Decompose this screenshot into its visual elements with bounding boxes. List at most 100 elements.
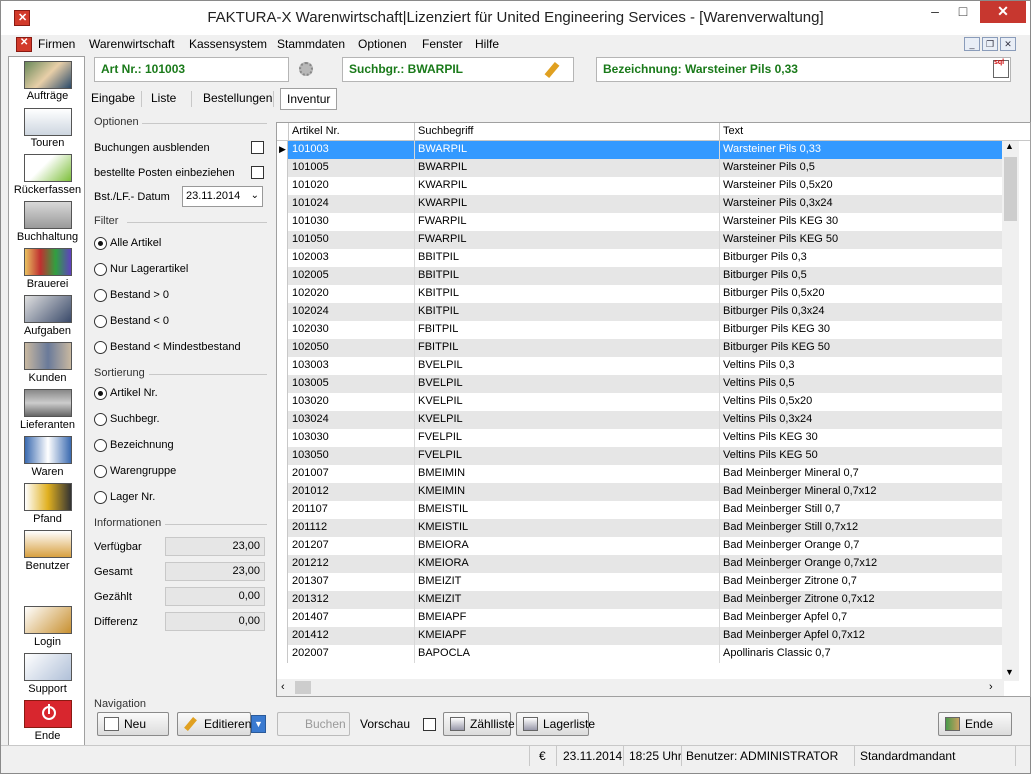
table-row[interactable]: 103005 BVELPIL Veltins Pils 0,5 — [277, 375, 1002, 393]
table-row[interactable]: 202007 BAPOCLA Apollinaris Classic 0,7 — [277, 645, 1002, 663]
table-row[interactable]: ▶ 101003 BWARPIL Warsteiner Pils 0,33 — [277, 141, 1002, 159]
sidebar-item-rueckerfassen[interactable]: Rückerfassen — [9, 184, 86, 196]
table-row[interactable]: 101005 BWARPIL Warsteiner Pils 0,5 — [277, 159, 1002, 177]
preview-checkbox[interactable] — [423, 718, 436, 731]
table-row[interactable]: 102003 BBITPIL Bitburger Pils 0,3 — [277, 249, 1002, 267]
tasks-icon[interactable] — [24, 295, 72, 323]
exit-button[interactable]: Ende — [938, 712, 1012, 736]
table-row[interactable]: 102020 KBITPIL Bitburger Pils 0,5x20 — [277, 285, 1002, 303]
table-row[interactable]: 102024 KBITPIL Bitburger Pils 0,3x24 — [277, 303, 1002, 321]
sidebar-item-benutzer[interactable]: Benutzer — [9, 560, 86, 572]
handshake-icon[interactable] — [24, 653, 72, 681]
row-indicator[interactable] — [277, 645, 288, 663]
sidebar-item-ende[interactable]: Ende — [9, 730, 86, 742]
edit-button[interactable]: Editieren — [177, 712, 251, 736]
table-row[interactable]: 103050 FVELPIL Veltins Pils KEG 50 — [277, 447, 1002, 465]
sidebar-item-support[interactable]: Support — [9, 683, 86, 695]
filter-radio-mindest[interactable] — [94, 341, 107, 354]
sort-radio-bezeichnung[interactable] — [94, 439, 107, 452]
row-indicator[interactable] — [277, 573, 288, 591]
table-row[interactable]: 101020 KWARPIL Warsteiner Pils 0,5x20 — [277, 177, 1002, 195]
mdi-app-icon[interactable] — [16, 37, 32, 52]
sort-radio-suchbegr[interactable] — [94, 413, 107, 426]
sql-search-icon[interactable]: sql — [993, 59, 1009, 78]
gear-icon[interactable] — [299, 62, 313, 76]
edit-dropdown-icon[interactable]: ▼ — [251, 715, 266, 733]
row-indicator[interactable] — [277, 519, 288, 537]
tab-inventur[interactable]: Inventur — [280, 88, 338, 110]
checklist-icon[interactable] — [24, 154, 72, 182]
menu-stammdaten[interactable]: Stammdaten — [277, 37, 345, 51]
table-row[interactable]: 201407 BMEIAPF Bad Meinberger Apfel 0,7 — [277, 609, 1002, 627]
sidebar-item-touren[interactable]: Touren — [9, 137, 86, 149]
new-button[interactable]: Neu — [97, 712, 169, 736]
row-indicator[interactable] — [277, 177, 288, 195]
filter-radio-alle[interactable] — [94, 237, 107, 250]
headset-agent-icon[interactable] — [24, 61, 72, 89]
table-row[interactable]: 103020 KVELPIL Veltins Pils 0,5x20 — [277, 393, 1002, 411]
user-icon[interactable] — [24, 530, 72, 558]
sidebar-item-buchhaltung[interactable]: Buchhaltung — [9, 231, 86, 243]
stock-list-button[interactable]: Lagerliste — [516, 712, 595, 736]
crate-icon[interactable] — [24, 483, 72, 511]
minimize-button[interactable]: – — [921, 1, 949, 23]
sidebar-item-brauerei[interactable]: Brauerei — [9, 278, 86, 290]
sidebar-item-kunden[interactable]: Kunden — [9, 372, 86, 384]
row-indicator[interactable] — [277, 339, 288, 357]
row-indicator[interactable] — [277, 411, 288, 429]
row-indicator[interactable] — [277, 321, 288, 339]
mdi-close-button[interactable]: ✕ — [1000, 37, 1016, 51]
table-row[interactable]: 103030 FVELPIL Veltins Pils KEG 30 — [277, 429, 1002, 447]
maximize-button[interactable]: □ — [949, 1, 977, 23]
chevron-down-icon[interactable]: ⌄ — [251, 190, 259, 201]
tab-bestellungen[interactable]: Bestellungen — [197, 88, 278, 110]
table-row[interactable]: 102005 BBITPIL Bitburger Pils 0,5 — [277, 267, 1002, 285]
tab-eingabe[interactable]: Eingabe — [85, 88, 141, 110]
hscroll-thumb[interactable] — [295, 681, 311, 694]
menu-kassensystem[interactable]: Kassensystem — [189, 37, 267, 51]
sort-radio-warengruppe[interactable] — [94, 465, 107, 478]
row-indicator[interactable] — [277, 159, 288, 177]
date-picker[interactable]: 23.11.2014 ⌄ — [182, 186, 263, 207]
row-indicator[interactable] — [277, 555, 288, 573]
row-indicator[interactable] — [277, 483, 288, 501]
row-indicator[interactable] — [277, 393, 288, 411]
table-row[interactable]: 103003 BVELPIL Veltins Pils 0,3 — [277, 357, 1002, 375]
menu-hilfe[interactable]: Hilfe — [475, 37, 499, 51]
table-row[interactable]: 201112 KMEISTIL Bad Meinberger Still 0,7x1… — [277, 519, 1002, 537]
scroll-thumb[interactable] — [1004, 157, 1017, 221]
sidebar-item-pfand[interactable]: Pfand — [9, 513, 86, 525]
table-row[interactable]: 201107 BMEISTIL Bad Meinberger Still 0,7 — [277, 501, 1002, 519]
tab-liste[interactable]: Liste — [145, 88, 182, 110]
filter-radio-lager[interactable] — [94, 263, 107, 276]
row-indicator[interactable] — [277, 447, 288, 465]
row-indicator[interactable] — [277, 357, 288, 375]
row-indicator[interactable] — [277, 465, 288, 483]
column-suchbegriff[interactable]: Suchbegriff — [418, 125, 473, 137]
close-button[interactable]: ✕ — [980, 1, 1026, 23]
mdi-minimize-button[interactable]: _ — [964, 37, 980, 51]
table-row[interactable]: 102050 FBITPIL Bitburger Pils KEG 50 — [277, 339, 1002, 357]
row-indicator[interactable] — [277, 303, 288, 321]
key-icon[interactable] — [24, 606, 72, 634]
table-row[interactable]: 201007 BMEIMIN Bad Meinberger Mineral 0,7 — [277, 465, 1002, 483]
row-indicator[interactable] — [277, 213, 288, 231]
mdi-restore-button[interactable]: ❐ — [982, 37, 998, 51]
count-list-button[interactable]: Zählliste — [443, 712, 515, 736]
row-indicator[interactable] — [277, 609, 288, 627]
column-artikel-nr[interactable]: Artikel Nr. — [292, 125, 340, 137]
sidebar-item-login[interactable]: Login — [9, 636, 86, 648]
table-row[interactable]: 103024 KVELPIL Veltins Pils 0,3x24 — [277, 411, 1002, 429]
table-row[interactable]: 201307 BMEIZIT Bad Meinberger Zitrone 0,7 — [277, 573, 1002, 591]
table-row[interactable]: 201412 KMEIAPF Bad Meinberger Apfel 0,7x12 — [277, 627, 1002, 645]
row-indicator[interactable] — [277, 627, 288, 645]
row-indicator[interactable] — [277, 195, 288, 213]
row-indicator[interactable] — [277, 591, 288, 609]
power-icon[interactable] — [24, 700, 72, 728]
scroll-up-icon[interactable]: ▲ — [1005, 141, 1014, 151]
vertical-scrollbar[interactable]: ▲ ▼ — [1002, 141, 1019, 681]
table-row[interactable]: 201012 KMEIMIN Bad Meinberger Mineral 0,7x… — [277, 483, 1002, 501]
customers-icon[interactable] — [24, 342, 72, 370]
horizontal-scrollbar[interactable]: ‹ › — [277, 679, 1004, 696]
column-text[interactable]: Text — [723, 125, 743, 137]
